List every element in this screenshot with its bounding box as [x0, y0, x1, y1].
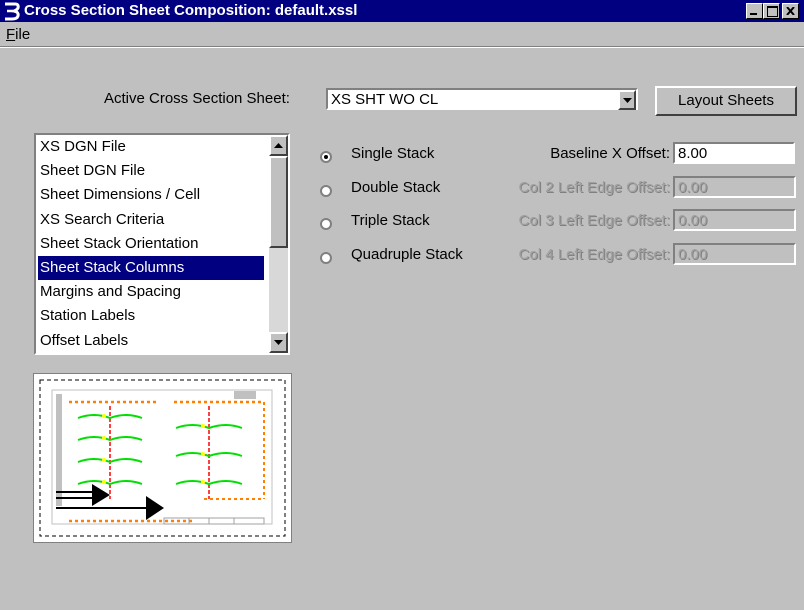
stack-option-label[interactable]: Double Stack [351, 179, 440, 196]
stack-option-label[interactable]: Single Stack [351, 145, 434, 162]
maximize-button[interactable] [763, 3, 780, 19]
offset-label: Col 4 Left Edge Offset: [518, 246, 670, 263]
list-item[interactable]: Sheet Dimensions / Cell [38, 183, 264, 207]
sheet-preview-image [39, 379, 286, 537]
arrow-down-icon [274, 340, 283, 345]
list-item[interactable]: XS DGN File [38, 135, 264, 159]
combo-dropdown-button[interactable] [618, 90, 636, 110]
stack-radio[interactable] [320, 252, 332, 264]
list-item[interactable]: Sheet DGN File [38, 159, 264, 183]
arrow-up-icon [274, 143, 283, 148]
close-button[interactable] [782, 3, 799, 19]
list-item[interactable]: Sheet Stack Columns [38, 256, 264, 280]
minimize-icon [750, 13, 757, 15]
menu-separator [0, 46, 804, 48]
close-icon [786, 7, 795, 15]
chevron-down-icon [623, 98, 632, 103]
offset-field: 0.00 [673, 243, 796, 265]
offset-value: 0.00 [678, 179, 708, 196]
listbox-scrollbar[interactable] [269, 135, 288, 353]
active-sheet-value: XS SHT WO CL [331, 91, 439, 108]
list-item[interactable]: Margins and Spacing [38, 280, 264, 304]
stack-radio[interactable] [320, 151, 332, 163]
offset-value: 0.00 [678, 246, 708, 263]
radio-selected-icon [324, 155, 328, 159]
title-bar[interactable]: Cross Section Sheet Composition: default… [0, 0, 804, 22]
stack-option-label[interactable]: Quadruple Stack [351, 246, 463, 263]
maximize-icon [767, 6, 778, 17]
offset-value: 8.00 [678, 145, 708, 162]
offset-label: Col 3 Left Edge Offset: [518, 212, 670, 229]
offset-field: 0.00 [673, 176, 796, 198]
list-item[interactable]: Sheet Stack Orientation [38, 232, 264, 256]
layout-sheets-button[interactable]: Layout Sheets [655, 86, 797, 116]
list-item[interactable]: XS Search Criteria [38, 208, 264, 232]
active-sheet-label: Active Cross Section Sheet: [104, 90, 290, 107]
offset-label: Col 2 Left Edge Offset: [518, 179, 670, 196]
scroll-down-button[interactable] [269, 332, 288, 353]
list-item[interactable]: Station Labels [38, 304, 264, 328]
offset-field[interactable]: 8.00 [673, 142, 795, 164]
stack-radio[interactable] [320, 218, 332, 230]
minimize-button[interactable] [746, 3, 763, 19]
offset-value: 0.00 [678, 212, 708, 229]
scroll-up-button[interactable] [269, 135, 288, 156]
active-sheet-combo[interactable]: XS SHT WO CL [326, 88, 638, 110]
stack-radio[interactable] [320, 185, 332, 197]
stack-option-label[interactable]: Triple Stack [351, 212, 430, 229]
menu-file[interactable]: File [6, 26, 30, 43]
sheet-preview [33, 373, 292, 543]
offset-field: 0.00 [673, 209, 796, 231]
scroll-thumb[interactable] [269, 156, 288, 248]
bentley-b-icon [5, 2, 20, 21]
list-item[interactable]: Offset Labels [38, 329, 264, 353]
window-title: Cross Section Sheet Composition: default… [24, 2, 358, 19]
settings-listbox[interactable]: XS DGN File Sheet DGN File Sheet Dimension… [34, 133, 290, 355]
offset-label: Baseline X Offset: [550, 145, 670, 162]
